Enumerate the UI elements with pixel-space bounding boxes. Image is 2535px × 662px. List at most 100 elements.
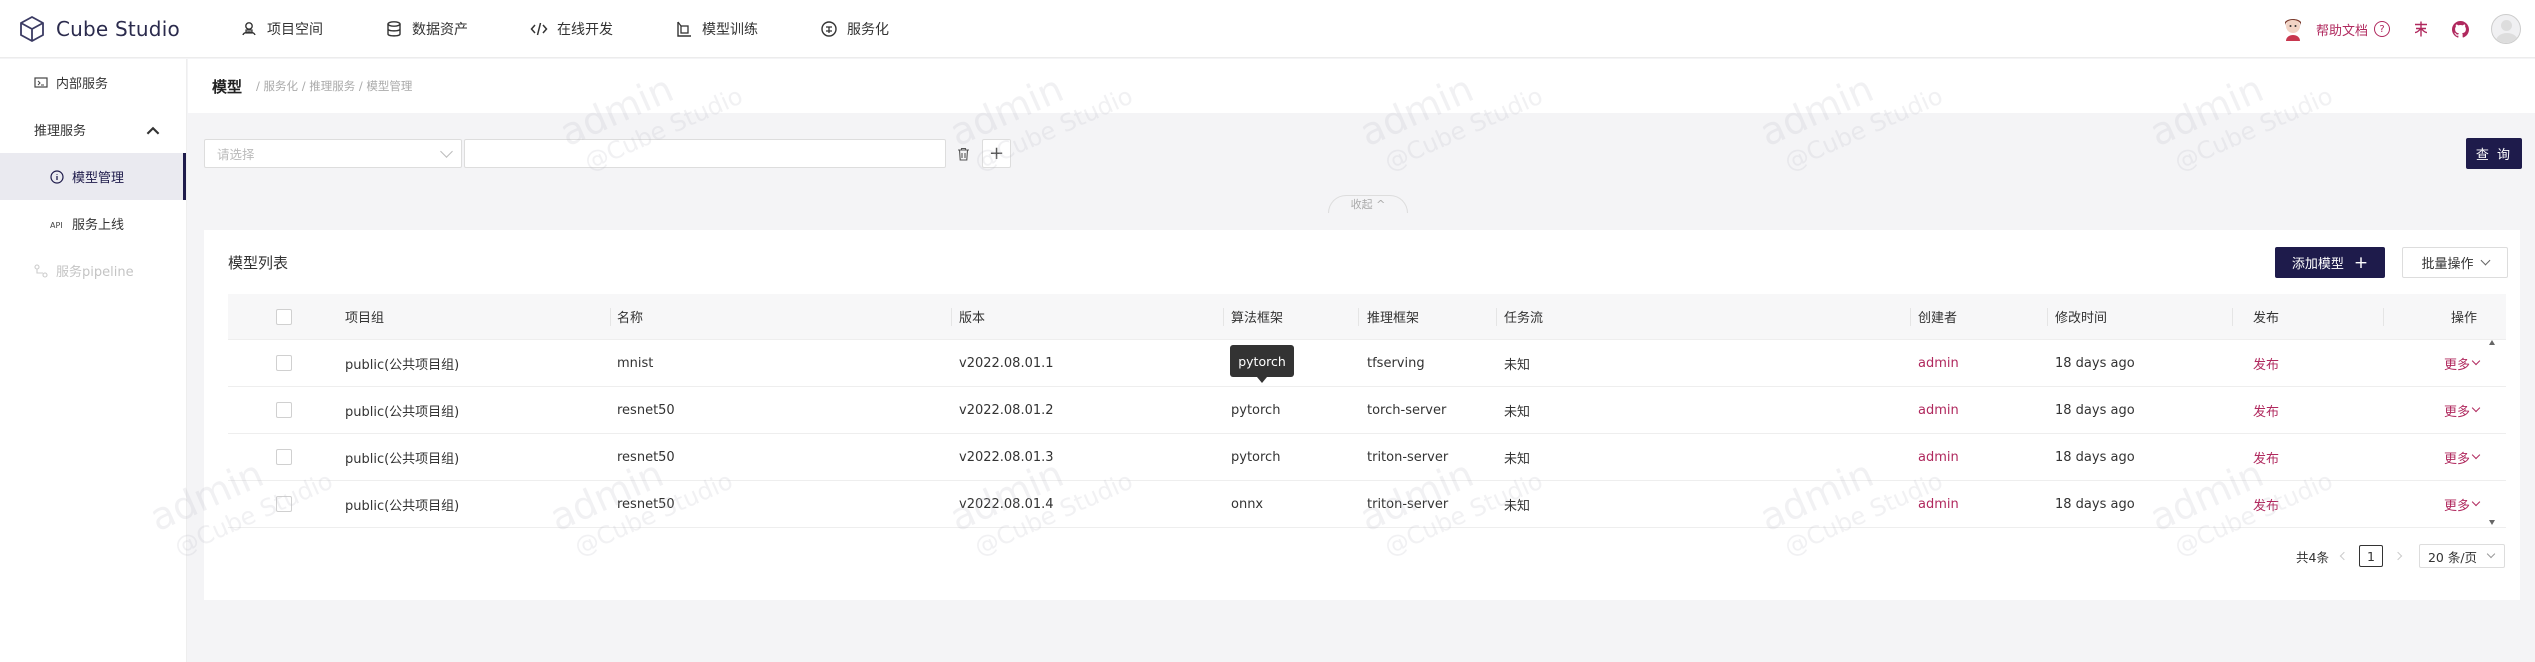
next-page-icon[interactable] [2393,551,2403,561]
cell-version: v2022.08.01.4 [959,496,1054,512]
cell-version: v2022.08.01.3 [959,449,1054,465]
sidebar-item-service-online[interactable]: API 服务上线 [0,200,186,247]
pipeline-icon [34,263,48,278]
training-icon [677,21,691,37]
col-header-modified[interactable]: 修改时间 [2055,294,2107,339]
header-actions: 帮助文档 ? [2280,0,2535,58]
page-size-select[interactable]: 20 条/页 [2418,544,2505,568]
sidebar: 内部服务 推理服务 模型管理 API 服务上线 服务pipeline [0,59,187,662]
column-divider [1223,308,1224,326]
table-row[interactable]: public(公共项目组) resnet50 v2022.08.01.3 pyt… [228,434,2506,481]
scroll-up-icon[interactable] [2489,340,2495,345]
column-divider [610,308,611,326]
sidebar-item-label: 内部服务 [56,77,109,92]
more-dropdown[interactable]: 更多 [2444,481,2481,527]
row-checkbox[interactable] [276,496,292,512]
column-divider [1496,308,1497,326]
nav-label: 在线开发 [557,21,613,38]
add-model-button[interactable]: 添加模型 + [2275,247,2385,278]
select-all-checkbox[interactable] [276,308,292,325]
cell-algo: pytorch [1231,402,1281,418]
more-dropdown[interactable]: 更多 [2444,340,2481,386]
prev-page-icon[interactable] [2339,551,2349,561]
main-nav: 项目空间 数据资产 在线开发 模型训练 服务化 [208,0,951,58]
filter-value-input[interactable] [464,139,946,168]
col-header-infer-framework[interactable]: 推理框架 [1367,294,1419,339]
page-number-current[interactable]: 1 [2358,545,2383,567]
notice-icon[interactable] [2412,20,2430,38]
nav-item-online-dev[interactable]: 在线开发 [530,0,613,58]
publish-link[interactable]: 发布 [2253,340,2279,386]
col-header-actions[interactable]: 操作 [2451,294,2477,339]
col-header-name[interactable]: 名称 [617,294,643,339]
cell-version: v2022.08.01.1 [959,355,1054,371]
question-icon: ? [2374,21,2390,37]
filter-field-select[interactable]: 请选择 [204,139,462,168]
model-list-card: 模型列表 添加模型 + 批量操作 项目组 名称 版本 算法框架 推理框架 任务流 … [204,230,2520,600]
sidebar-item-internal-service[interactable]: 内部服务 [0,59,186,106]
cell-name: resnet50 [617,496,675,512]
nav-item-model-training[interactable]: 模型训练 [675,0,758,58]
col-header-publish[interactable]: 发布 [2253,294,2279,339]
batch-actions-button[interactable]: 批量操作 [2402,247,2508,278]
nav-item-service[interactable]: 服务化 [820,0,889,58]
cell-name: resnet50 [617,402,675,418]
cell-creator-link[interactable]: admin [1918,340,1959,386]
github-icon[interactable] [2452,20,2469,38]
service-icon [821,20,837,37]
cell-creator-link[interactable]: admin [1918,387,1959,433]
more-label: 更多 [2444,357,2471,373]
help-docs-link[interactable]: 帮助文档 ? [2316,20,2390,39]
sidebar-item-model-management[interactable]: 模型管理 [0,153,186,200]
publish-link[interactable]: 发布 [2253,481,2279,527]
row-checkbox[interactable] [276,355,292,371]
brand[interactable]: Cube Studio [18,15,208,43]
row-checkbox[interactable] [276,449,292,465]
table-scrollbar[interactable] [2489,340,2495,525]
cell-group: public(公共项目组) [345,451,460,467]
project-icon [242,21,256,35]
collapse-toggle[interactable]: 收起 ^ [1328,195,1408,213]
publish-link[interactable]: 发布 [2253,434,2279,480]
publish-link[interactable]: 发布 [2253,387,2279,433]
col-header-creator[interactable]: 创建者 [1918,294,1957,339]
cell-creator-link[interactable]: admin [1918,434,1959,480]
column-divider [2047,308,2048,326]
column-divider [1910,308,1911,326]
more-dropdown[interactable]: 更多 [2444,434,2481,480]
table-row[interactable]: public(公共项目组) resnet50 v2022.08.01.2 pyt… [228,387,2506,434]
cell-creator-link[interactable]: admin [1918,481,1959,527]
sidebar-item-service-pipeline: 服务pipeline [0,247,186,294]
nav-item-data-assets[interactable]: 数据资产 [385,0,468,58]
cell-workflow: 未知 [1504,451,1531,467]
info-icon [50,169,64,184]
pagination: 共4条 1 20 条/页 [2296,544,2505,568]
sidebar-group-label: 推理服务 [34,124,87,139]
cell-infer: triton-server [1367,449,1449,465]
breadcrumb-path[interactable]: / 服务化 / 推理服务 / 模型管理 [256,78,412,94]
service-monitor-icon [34,76,48,88]
mascot-icon [2284,19,2301,41]
add-filter-button[interactable]: + [982,139,1011,168]
total-count: 共4条 [2296,549,2329,565]
col-header-version[interactable]: 版本 [959,294,985,339]
sidebar-group-inference-service[interactable]: 推理服务 [0,106,186,153]
col-header-algo-framework[interactable]: 算法框架 [1231,294,1283,339]
nav-label: 数据资产 [412,21,468,38]
table-row[interactable]: public(公共项目组) resnet50 v2022.08.01.4 onn… [228,481,2506,528]
col-header-group[interactable]: 项目组 [345,294,384,339]
user-avatar[interactable] [2491,14,2521,44]
app-name: Cube Studio [56,16,180,41]
more-dropdown[interactable]: 更多 [2444,387,2481,433]
delete-icon[interactable] [952,143,974,165]
col-header-workflow[interactable]: 任务流 [1504,294,1543,339]
nav-item-project-space[interactable]: 项目空间 [240,0,323,58]
column-divider [2383,308,2384,326]
cell-modified: 18 days ago [2055,355,2135,371]
cell-infer: torch-server [1367,402,1447,418]
row-checkbox[interactable] [276,402,292,418]
page-size-value: 20 条/页 [2427,549,2478,565]
query-button[interactable]: 查 询 [2466,138,2522,169]
table-row[interactable]: public(公共项目组) mnist v2022.08.01.1 tfserv… [228,340,2506,387]
scroll-down-icon[interactable] [2489,520,2495,525]
